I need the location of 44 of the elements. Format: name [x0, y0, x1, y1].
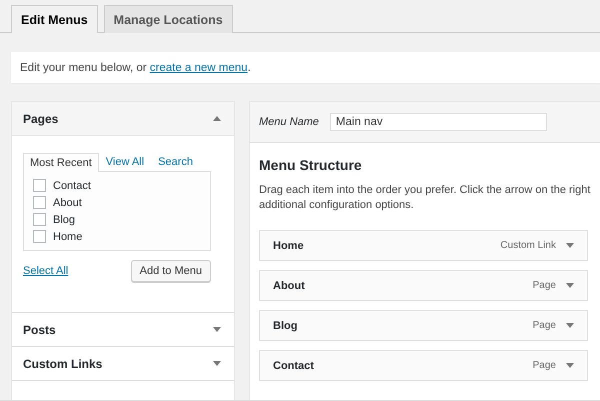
menu-item-title: About [273, 280, 306, 292]
checkbox[interactable] [33, 230, 46, 243]
section-title[interactable]: Posts [23, 322, 56, 336]
filter-tab[interactable]: Search [151, 152, 200, 171]
section-title[interactable]: Custom Links [23, 356, 102, 370]
expand-arrow-icon[interactable] [566, 283, 574, 288]
menu-item-type: Page [532, 320, 556, 331]
add-to-menu-button[interactable]: Add to Menu [130, 260, 211, 282]
checkbox[interactable] [33, 179, 46, 192]
menu-item-bar[interactable]: Contact Page [259, 350, 588, 381]
menu-item-type: Page [532, 360, 556, 371]
menu-name-label: Menu Name [259, 116, 319, 128]
section-title[interactable]: Pages [23, 112, 58, 126]
menu-item-type: Custom Link [500, 240, 556, 251]
menu-name-field[interactable]: Main nav [330, 113, 547, 131]
tab[interactable]: Edit Menus [11, 5, 98, 33]
collapse-arrow-icon[interactable] [213, 116, 221, 121]
checkbox[interactable] [33, 196, 46, 209]
page-label: Contact [53, 180, 91, 192]
structure-title: Menu Structure [259, 157, 363, 173]
page-label: Home [53, 230, 82, 242]
menu-item-title: Home [273, 240, 305, 252]
expand-arrow-icon[interactable] [566, 323, 574, 328]
page-label: Blog [53, 214, 76, 226]
menu-item-bar[interactable]: Blog Page [259, 310, 588, 341]
tab[interactable]: Manage Locations [104, 5, 233, 33]
filter-tab[interactable]: View All [98, 152, 152, 171]
expand-arrow-icon[interactable] [213, 327, 221, 332]
notice-text: Edit your menu below, or create a new menu. [20, 62, 251, 74]
instruction-text: additional configuration options. [259, 198, 415, 213]
menu-item-type: Page [532, 280, 556, 291]
instruction-text: Drag each item into the order you prefer. Click the arrow on the right [259, 183, 592, 198]
page-label: About [53, 196, 82, 208]
menu-item-title: Contact [273, 360, 315, 372]
checkbox[interactable] [33, 213, 46, 226]
filter-tab[interactable]: Most Recent [23, 153, 99, 172]
expand-arrow-icon[interactable] [566, 363, 574, 368]
expand-arrow-icon[interactable] [566, 243, 574, 248]
menu-item-title: Blog [273, 320, 298, 332]
menu-item-bar[interactable]: Home Custom Link [259, 230, 588, 261]
create-menu-link[interactable]: create a new menu [150, 62, 248, 74]
select-all-link[interactable]: Select All [23, 265, 68, 277]
menu-item-bar[interactable]: About Page [259, 270, 588, 301]
expand-arrow-icon[interactable] [213, 361, 221, 366]
